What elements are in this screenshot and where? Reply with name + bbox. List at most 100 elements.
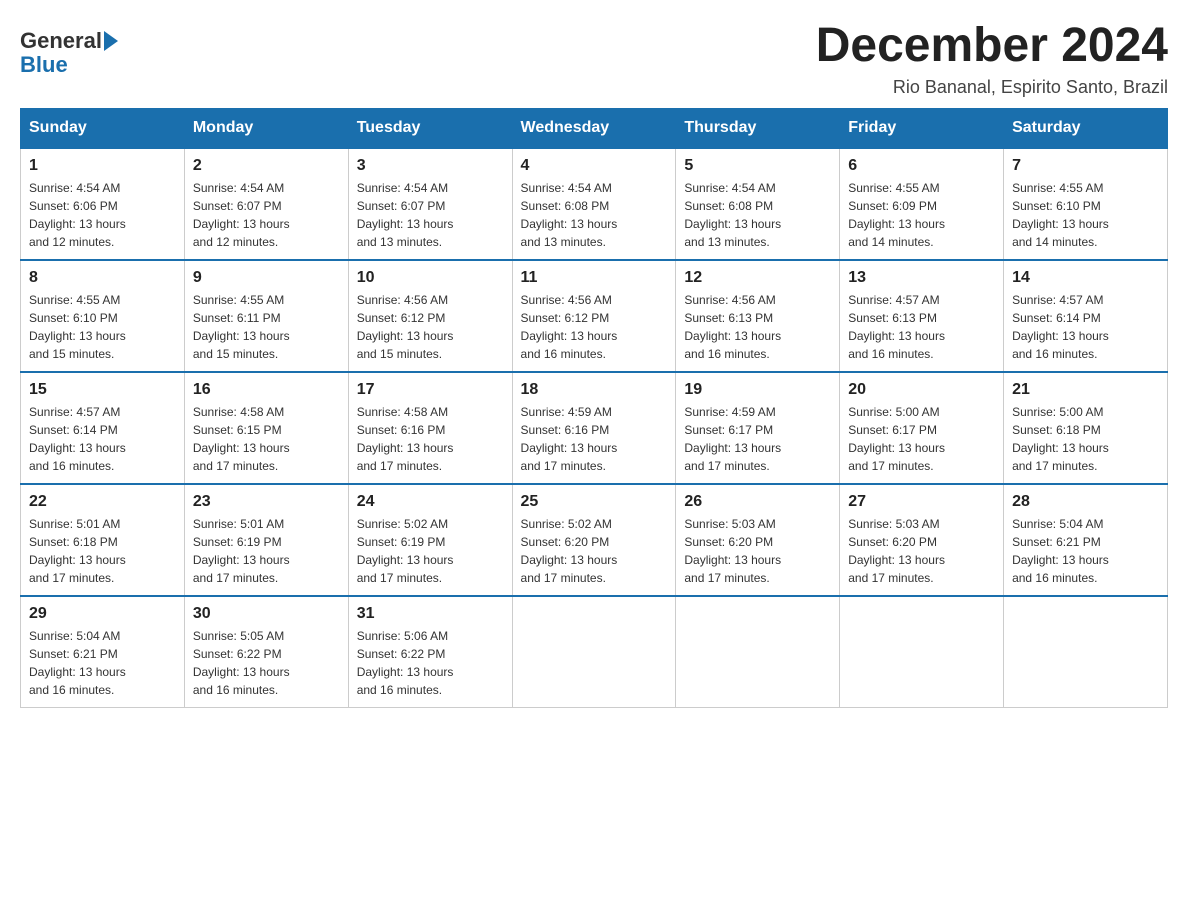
day-info: Sunrise: 4:55 AM Sunset: 6:09 PM Dayligh…	[848, 179, 995, 251]
table-row: 21 Sunrise: 5:00 AM Sunset: 6:18 PM Dayl…	[1004, 372, 1168, 484]
day-number: 16	[193, 381, 340, 399]
calendar-header-row: Sunday Monday Tuesday Wednesday Thursday…	[21, 108, 1168, 148]
logo-arrow-icon	[104, 31, 118, 51]
day-info: Sunrise: 5:05 AM Sunset: 6:22 PM Dayligh…	[193, 627, 340, 699]
calendar-week-row: 29 Sunrise: 5:04 AM Sunset: 6:21 PM Dayl…	[21, 596, 1168, 708]
day-number: 1	[29, 157, 176, 175]
table-row	[840, 596, 1004, 708]
day-info: Sunrise: 4:58 AM Sunset: 6:16 PM Dayligh…	[357, 403, 504, 475]
table-row: 31 Sunrise: 5:06 AM Sunset: 6:22 PM Dayl…	[348, 596, 512, 708]
day-number: 8	[29, 269, 176, 287]
calendar-week-row: 8 Sunrise: 4:55 AM Sunset: 6:10 PM Dayli…	[21, 260, 1168, 372]
day-number: 2	[193, 157, 340, 175]
calendar-table: Sunday Monday Tuesday Wednesday Thursday…	[20, 108, 1168, 708]
month-title: December 2024	[816, 20, 1168, 73]
day-info: Sunrise: 5:01 AM Sunset: 6:18 PM Dayligh…	[29, 515, 176, 587]
title-area: December 2024 Rio Bananal, Espirito Sant…	[816, 20, 1168, 98]
table-row: 16 Sunrise: 4:58 AM Sunset: 6:15 PM Dayl…	[184, 372, 348, 484]
logo: General Blue	[20, 20, 118, 86]
header-wednesday: Wednesday	[512, 108, 676, 148]
day-info: Sunrise: 5:02 AM Sunset: 6:19 PM Dayligh…	[357, 515, 504, 587]
header-thursday: Thursday	[676, 108, 840, 148]
day-number: 15	[29, 381, 176, 399]
day-info: Sunrise: 5:03 AM Sunset: 6:20 PM Dayligh…	[684, 515, 831, 587]
day-number: 29	[29, 605, 176, 623]
table-row	[1004, 596, 1168, 708]
table-row: 5 Sunrise: 4:54 AM Sunset: 6:08 PM Dayli…	[676, 148, 840, 260]
day-info: Sunrise: 5:00 AM Sunset: 6:18 PM Dayligh…	[1012, 403, 1159, 475]
table-row: 30 Sunrise: 5:05 AM Sunset: 6:22 PM Dayl…	[184, 596, 348, 708]
table-row: 11 Sunrise: 4:56 AM Sunset: 6:12 PM Dayl…	[512, 260, 676, 372]
table-row: 26 Sunrise: 5:03 AM Sunset: 6:20 PM Dayl…	[676, 484, 840, 596]
table-row: 12 Sunrise: 4:56 AM Sunset: 6:13 PM Dayl…	[676, 260, 840, 372]
table-row: 3 Sunrise: 4:54 AM Sunset: 6:07 PM Dayli…	[348, 148, 512, 260]
header-saturday: Saturday	[1004, 108, 1168, 148]
table-row	[676, 596, 840, 708]
day-info: Sunrise: 4:54 AM Sunset: 6:06 PM Dayligh…	[29, 179, 176, 251]
day-info: Sunrise: 5:06 AM Sunset: 6:22 PM Dayligh…	[357, 627, 504, 699]
day-info: Sunrise: 4:57 AM Sunset: 6:13 PM Dayligh…	[848, 291, 995, 363]
day-info: Sunrise: 4:57 AM Sunset: 6:14 PM Dayligh…	[1012, 291, 1159, 363]
day-number: 4	[521, 157, 668, 175]
day-number: 9	[193, 269, 340, 287]
day-number: 3	[357, 157, 504, 175]
day-number: 22	[29, 493, 176, 511]
table-row: 1 Sunrise: 4:54 AM Sunset: 6:06 PM Dayli…	[21, 148, 185, 260]
day-info: Sunrise: 4:54 AM Sunset: 6:07 PM Dayligh…	[193, 179, 340, 251]
table-row: 7 Sunrise: 4:55 AM Sunset: 6:10 PM Dayli…	[1004, 148, 1168, 260]
day-number: 11	[521, 269, 668, 287]
logo-general-text: General	[20, 30, 102, 52]
day-info: Sunrise: 5:03 AM Sunset: 6:20 PM Dayligh…	[848, 515, 995, 587]
table-row: 8 Sunrise: 4:55 AM Sunset: 6:10 PM Dayli…	[21, 260, 185, 372]
header-sunday: Sunday	[21, 108, 185, 148]
day-info: Sunrise: 4:54 AM Sunset: 6:07 PM Dayligh…	[357, 179, 504, 251]
table-row: 15 Sunrise: 4:57 AM Sunset: 6:14 PM Dayl…	[21, 372, 185, 484]
day-number: 5	[684, 157, 831, 175]
day-number: 25	[521, 493, 668, 511]
header-friday: Friday	[840, 108, 1004, 148]
table-row: 13 Sunrise: 4:57 AM Sunset: 6:13 PM Dayl…	[840, 260, 1004, 372]
day-number: 31	[357, 605, 504, 623]
day-number: 18	[521, 381, 668, 399]
table-row: 25 Sunrise: 5:02 AM Sunset: 6:20 PM Dayl…	[512, 484, 676, 596]
day-info: Sunrise: 4:55 AM Sunset: 6:10 PM Dayligh…	[1012, 179, 1159, 251]
day-number: 12	[684, 269, 831, 287]
header-monday: Monday	[184, 108, 348, 148]
header-tuesday: Tuesday	[348, 108, 512, 148]
day-number: 23	[193, 493, 340, 511]
table-row: 14 Sunrise: 4:57 AM Sunset: 6:14 PM Dayl…	[1004, 260, 1168, 372]
table-row: 23 Sunrise: 5:01 AM Sunset: 6:19 PM Dayl…	[184, 484, 348, 596]
day-number: 20	[848, 381, 995, 399]
table-row: 19 Sunrise: 4:59 AM Sunset: 6:17 PM Dayl…	[676, 372, 840, 484]
day-info: Sunrise: 4:56 AM Sunset: 6:13 PM Dayligh…	[684, 291, 831, 363]
calendar-week-row: 15 Sunrise: 4:57 AM Sunset: 6:14 PM Dayl…	[21, 372, 1168, 484]
table-row: 2 Sunrise: 4:54 AM Sunset: 6:07 PM Dayli…	[184, 148, 348, 260]
day-info: Sunrise: 4:54 AM Sunset: 6:08 PM Dayligh…	[521, 179, 668, 251]
table-row: 17 Sunrise: 4:58 AM Sunset: 6:16 PM Dayl…	[348, 372, 512, 484]
logo-blue-text: Blue	[20, 54, 68, 76]
table-row: 28 Sunrise: 5:04 AM Sunset: 6:21 PM Dayl…	[1004, 484, 1168, 596]
day-info: Sunrise: 4:57 AM Sunset: 6:14 PM Dayligh…	[29, 403, 176, 475]
day-number: 28	[1012, 493, 1159, 511]
day-info: Sunrise: 5:00 AM Sunset: 6:17 PM Dayligh…	[848, 403, 995, 475]
day-number: 10	[357, 269, 504, 287]
day-info: Sunrise: 4:56 AM Sunset: 6:12 PM Dayligh…	[521, 291, 668, 363]
day-number: 19	[684, 381, 831, 399]
day-number: 13	[848, 269, 995, 287]
table-row: 6 Sunrise: 4:55 AM Sunset: 6:09 PM Dayli…	[840, 148, 1004, 260]
day-info: Sunrise: 5:01 AM Sunset: 6:19 PM Dayligh…	[193, 515, 340, 587]
day-number: 30	[193, 605, 340, 623]
table-row: 9 Sunrise: 4:55 AM Sunset: 6:11 PM Dayli…	[184, 260, 348, 372]
day-info: Sunrise: 4:58 AM Sunset: 6:15 PM Dayligh…	[193, 403, 340, 475]
day-info: Sunrise: 4:55 AM Sunset: 6:11 PM Dayligh…	[193, 291, 340, 363]
day-info: Sunrise: 5:02 AM Sunset: 6:20 PM Dayligh…	[521, 515, 668, 587]
day-number: 24	[357, 493, 504, 511]
day-info: Sunrise: 4:55 AM Sunset: 6:10 PM Dayligh…	[29, 291, 176, 363]
day-number: 26	[684, 493, 831, 511]
page-header: General Blue December 2024 Rio Bananal, …	[20, 20, 1168, 98]
day-number: 14	[1012, 269, 1159, 287]
location-subtitle: Rio Bananal, Espirito Santo, Brazil	[816, 77, 1168, 98]
table-row: 24 Sunrise: 5:02 AM Sunset: 6:19 PM Dayl…	[348, 484, 512, 596]
table-row: 18 Sunrise: 4:59 AM Sunset: 6:16 PM Dayl…	[512, 372, 676, 484]
table-row: 20 Sunrise: 5:00 AM Sunset: 6:17 PM Dayl…	[840, 372, 1004, 484]
